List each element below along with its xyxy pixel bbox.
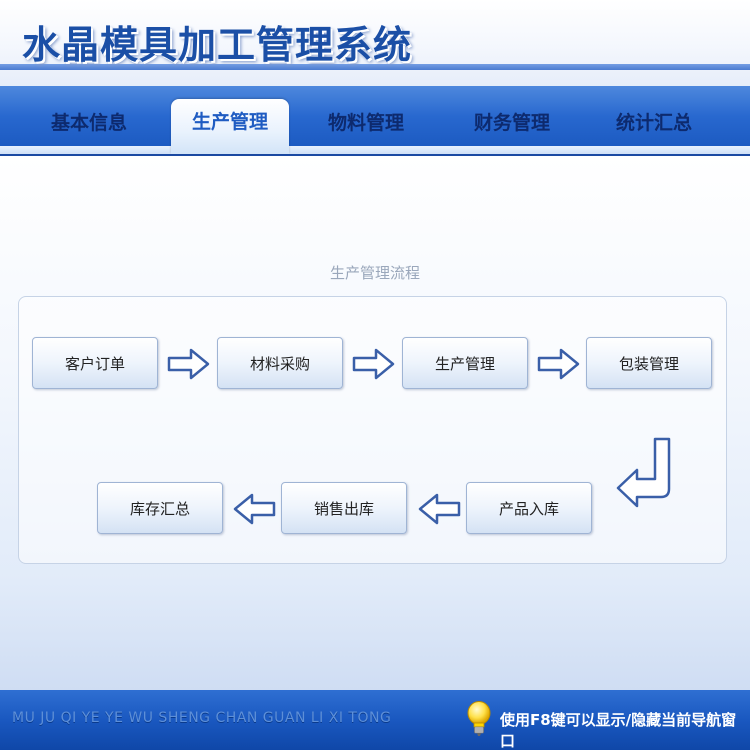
- step-inventory-summary[interactable]: 库存汇总: [97, 482, 223, 534]
- step-production-mgmt[interactable]: 生产管理: [402, 337, 528, 389]
- arrow-right-icon: [167, 348, 210, 380]
- lightbulb-icon: [467, 701, 491, 736]
- status-bar: MU JU QI YE YE WU SHENG CHAN GUAN LI XI …: [0, 690, 750, 750]
- step-material-purchase[interactable]: 材料采购: [217, 337, 343, 389]
- step-customer-order[interactable]: 客户订单: [32, 337, 158, 389]
- arrow-right-icon: [537, 348, 580, 380]
- tab-finance[interactable]: 财务管理: [453, 101, 571, 146]
- arrow-left-icon: [418, 493, 461, 525]
- flow-title: 生产管理流程: [329, 264, 420, 282]
- tab-basic-info[interactable]: 基本信息: [30, 101, 148, 146]
- app-title: 水晶模具加工管理系统: [22, 23, 413, 67]
- arrow-left-icon: [233, 493, 276, 525]
- title-bar: 水晶模具加工管理系统: [0, 0, 750, 87]
- tab-materials[interactable]: 物料管理: [307, 101, 425, 146]
- nav-base-strip: [0, 146, 750, 154]
- f8-toggle-hint: 使用F8键可以显示/隐藏当前导航窗口: [500, 711, 737, 750]
- main-nav: 基本信息 生产管理 物料管理 财务管理 统计汇总: [0, 86, 750, 156]
- main-panel: 生产管理流程 客户订单 材料采购 生产管理 包装管理 产品入库 销售出库 库存汇…: [0, 156, 750, 690]
- step-packaging-mgmt[interactable]: 包装管理: [586, 337, 712, 389]
- step-sales-outbound[interactable]: 销售出库: [281, 482, 407, 534]
- system-name-pinyin: MU JU QI YE YE WU SHENG CHAN GUAN LI XI …: [12, 710, 392, 726]
- arrow-right-icon: [352, 348, 395, 380]
- arrow-turn-left-icon: [616, 437, 671, 508]
- step-product-warehousing[interactable]: 产品入库: [466, 482, 592, 534]
- flow-diagram: 客户订单 材料采购 生产管理 包装管理 产品入库 销售出库 库存汇总: [18, 296, 727, 564]
- tab-production[interactable]: 生产管理: [171, 99, 289, 154]
- tab-statistics[interactable]: 统计汇总: [595, 101, 713, 146]
